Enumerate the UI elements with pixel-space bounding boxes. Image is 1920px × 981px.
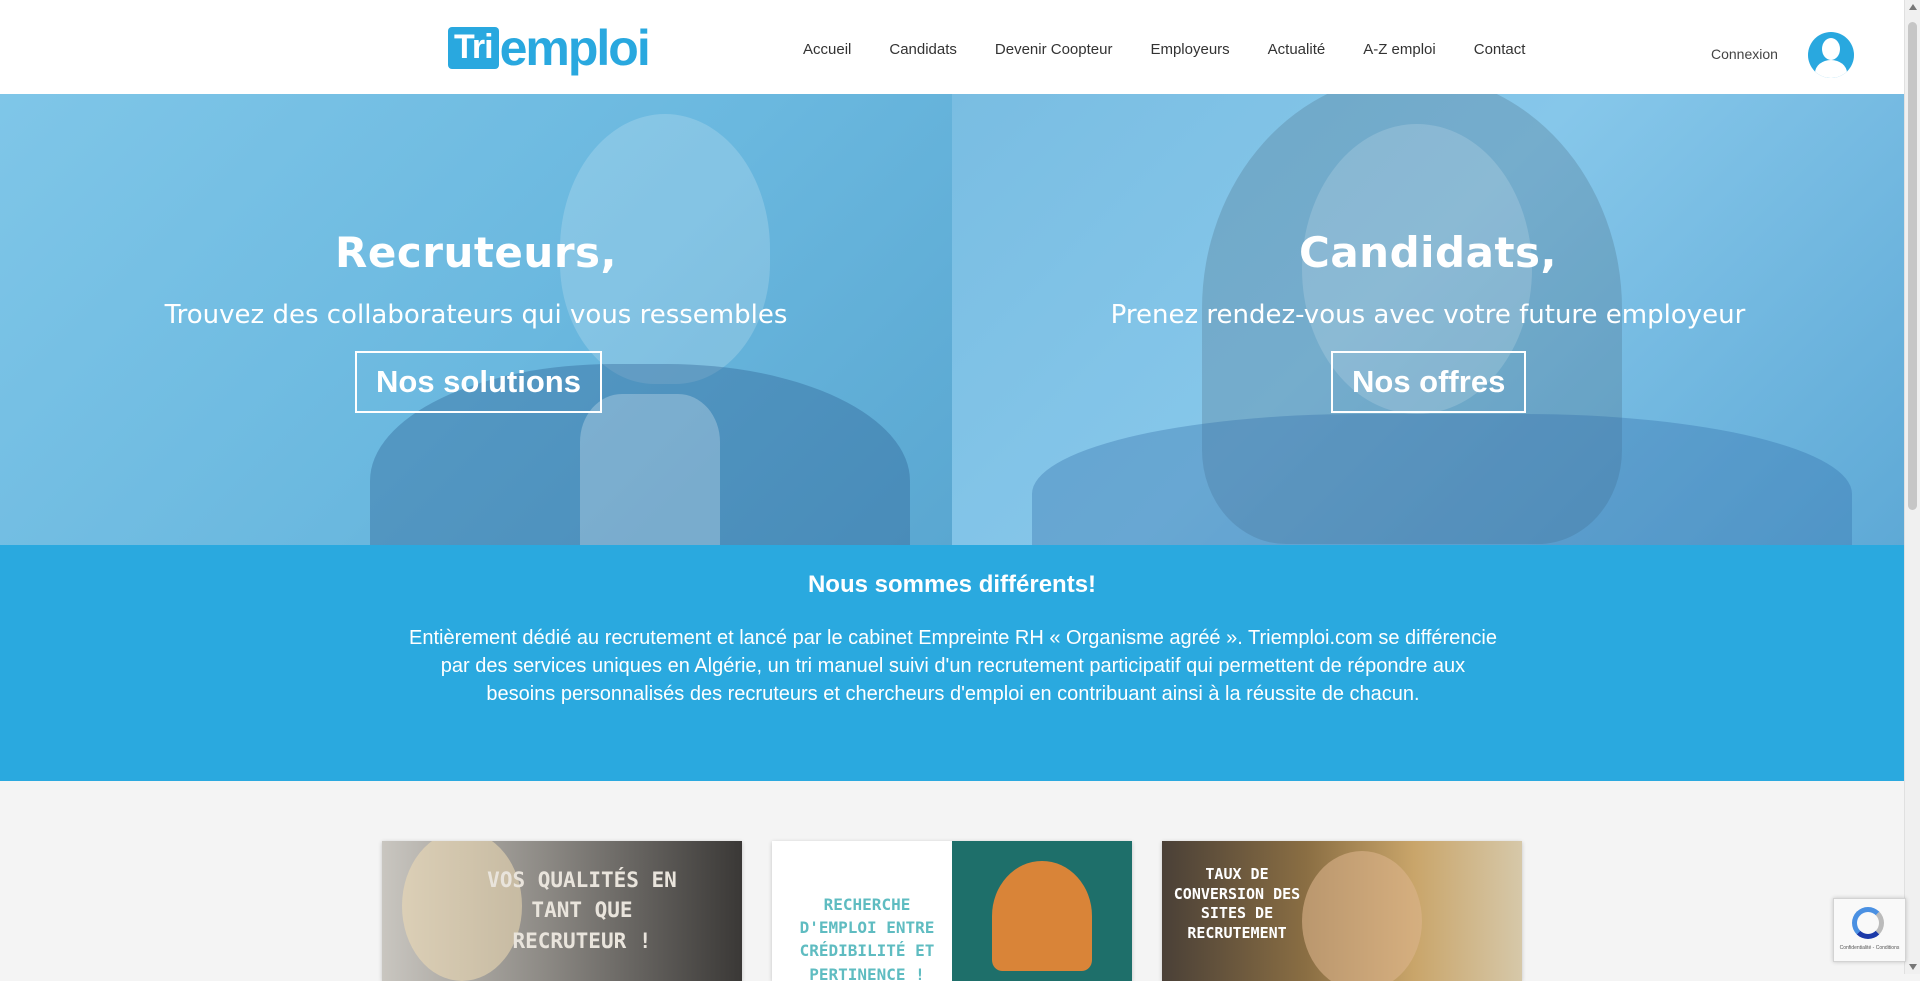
site-header: Tri emploi Accueil Candidats Devenir Coo… (0, 5, 1904, 94)
card-2-text: Recherche d'emploi entre crédibilité et … (799, 895, 935, 981)
recaptcha-text[interactable]: Confidentialité - Conditions (1834, 945, 1905, 951)
nav-candidats[interactable]: Candidats (870, 41, 976, 58)
nav-employeurs[interactable]: Employeurs (1131, 41, 1248, 58)
article-card-3[interactable]: Taux de conversion des sites de recrutem… (1162, 841, 1522, 981)
avatar-head (1822, 38, 1840, 60)
offers-button[interactable]: Nos offres (1331, 351, 1527, 413)
login-link[interactable]: Connexion (1711, 46, 1778, 62)
recaptcha-icon (1852, 907, 1884, 939)
hero-left-title: Recruteurs, (335, 228, 617, 277)
about-title: Nous sommes différents! (807, 571, 1097, 598)
nav-a-z-emploi[interactable]: A-Z emploi (1344, 41, 1455, 58)
recaptcha-badge[interactable]: Confidentialité - Conditions (1833, 898, 1906, 962)
nav-contact[interactable]: Contact (1455, 41, 1545, 58)
hero-right-title: Candidats, (1299, 228, 1557, 277)
article-cards: Vos qualités en tant que recruteur ! Rec… (382, 841, 1523, 981)
article-card-2[interactable]: Recherche d'emploi entre crédibilité et … (772, 841, 1132, 981)
scroll-up-icon[interactable] (1909, 4, 1917, 10)
about-section: Nous sommes différents! Entièrement dédi… (0, 545, 1904, 781)
hero-candidates: Candidats, Prenez rendez-vous avec votre… (952, 94, 1904, 545)
article-card-1[interactable]: Vos qualités en tant que recruteur ! (382, 841, 742, 981)
card-photo-person (992, 861, 1092, 971)
solutions-button[interactable]: Nos solutions (355, 351, 602, 413)
hero-left-subtitle: Trouvez des collaborateurs qui vous ress… (164, 300, 788, 330)
nav-devenir-coopteur[interactable]: Devenir Coopteur (976, 41, 1132, 58)
page-scrollbar[interactable] (1904, 0, 1920, 974)
logo-prefix: Tri (448, 27, 499, 69)
nav-accueil[interactable]: Accueil (784, 41, 870, 58)
hero-recruiters: Recruteurs, Trouvez des collaborateurs q… (0, 94, 952, 545)
card-3-text: Taux de conversion des sites de recrutem… (1173, 865, 1301, 942)
logo-word: emploi (499, 20, 651, 76)
user-avatar-icon[interactable] (1808, 32, 1854, 78)
nav-actualite[interactable]: Actualité (1249, 41, 1345, 58)
main-nav: Accueil Candidats Devenir Coopteur Emplo… (784, 41, 1544, 58)
avatar-body (1815, 60, 1847, 78)
card-photo-person (1302, 851, 1422, 981)
scroll-down-icon[interactable] (1909, 964, 1917, 970)
card-1-text: Vos qualités en tant que recruteur ! (487, 868, 677, 953)
hero-right-subtitle: Prenez rendez-vous avec votre future emp… (1110, 300, 1746, 330)
logo[interactable]: Tri emploi (448, 20, 651, 79)
scrollbar-thumb[interactable] (1908, 22, 1917, 510)
about-text: Entièrement dédié au recrutement et lanc… (409, 627, 1497, 705)
